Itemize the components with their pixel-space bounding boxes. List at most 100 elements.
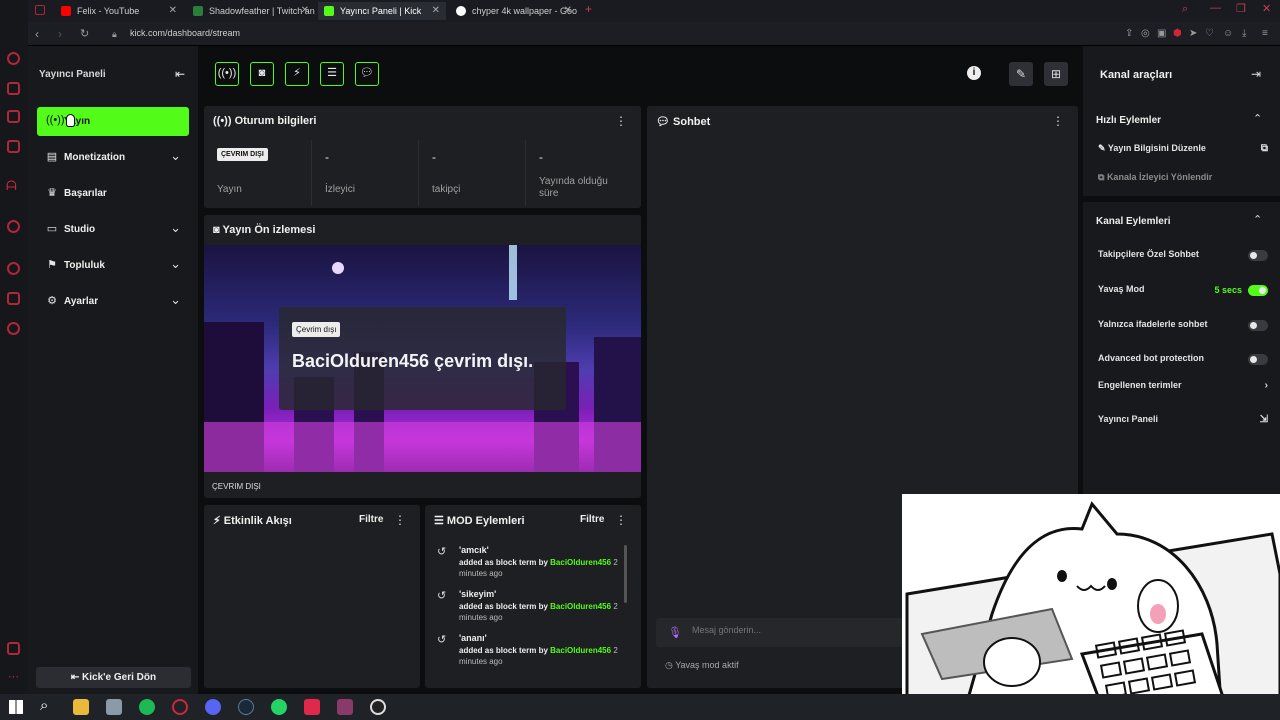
close-icon[interactable]: ✕ [301, 2, 309, 20]
search-icon[interactable]: ⌕ [40, 697, 48, 714]
back-icon[interactable]: ‹ [35, 27, 39, 41]
tab-twitch[interactable]: Shadowfeather | Twitch an ✕ [187, 2, 315, 20]
minimize-icon[interactable]: — [1210, 2, 1221, 14]
camera-icon[interactable]: ◎ [1141, 28, 1150, 39]
filter-button[interactable]: Filtre [359, 514, 383, 525]
action-label: Yayın Bilgisini Düzenle [1107, 143, 1206, 153]
close-icon[interactable]: ✕ [432, 2, 440, 20]
row-label: Advanced bot protection [1098, 353, 1205, 363]
vpn-shield-icon[interactable]: ⬢ [1173, 28, 1182, 39]
share-icon[interactable]: ⇪ [1125, 28, 1133, 39]
workspace-icon[interactable] [35, 5, 45, 15]
slow-mode-toggle[interactable] [1248, 285, 1268, 296]
sidebar-item-ayarlar[interactable]: ⚙ Ayarlar ⌄ [37, 287, 189, 316]
extensions-icon[interactable] [7, 292, 20, 305]
close-icon[interactable]: ✕ [169, 2, 177, 20]
raid-channel-button[interactable]: ⧉ Kanala İzleyici Yönlendir [1098, 172, 1268, 188]
windows-start-icon[interactable] [9, 700, 23, 714]
close-window-icon[interactable]: ✕ [1262, 2, 1271, 15]
preview-tool-button[interactable]: ◙ [250, 62, 274, 86]
stat-viewers: - İzleyici [312, 140, 419, 206]
entry-user[interactable]: BaciOlduren456 [550, 646, 611, 655]
session-title: Oturum bilgileri [234, 115, 317, 127]
discord-icon[interactable] [205, 699, 221, 715]
sidebar-setup-icon[interactable] [7, 642, 20, 655]
lightning-icon: ⚡︎ [213, 515, 224, 527]
whatsapp-icon[interactable] [7, 110, 20, 123]
menu-icon[interactable]: ≡ [1262, 28, 1268, 39]
sidebar-item-studio[interactable]: ▭ Studio ⌄ [37, 215, 189, 244]
edit-stream-info-button[interactable]: ✎ Yayın Bilgisini Düzenle ⧉ [1098, 143, 1268, 159]
send-icon[interactable]: ➤ [1189, 28, 1197, 39]
tab-google[interactable]: chyper 4k wallpaper - Goo ✕ [450, 2, 578, 20]
opera-icon[interactable] [172, 699, 188, 715]
streamer-dashboard-row[interactable]: Yayıncı Paneli ⇲ [1098, 414, 1268, 430]
snapshot-icon[interactable]: ▣ [1157, 28, 1166, 39]
more-options-icon[interactable]: ⋮ [1052, 114, 1064, 128]
obs-icon[interactable] [370, 699, 386, 715]
chevron-right-icon: › [1264, 380, 1268, 391]
blocked-terms-row[interactable]: Engellenen terimler › [1098, 380, 1268, 396]
close-icon[interactable]: ✕ [564, 2, 572, 20]
download-icon[interactable]: ⤓ [1242, 28, 1246, 39]
settings-icon[interactable] [7, 322, 20, 335]
steam-icon[interactable] [238, 699, 254, 715]
entry-user[interactable]: BaciOlduren456 [550, 602, 611, 611]
stat-value: - [325, 150, 329, 164]
back-to-kick-button[interactable]: ⇤ Kick'e Geri Dön [36, 667, 191, 688]
forward-icon[interactable]: › [58, 27, 62, 41]
bot-protection-toggle[interactable] [1248, 354, 1268, 365]
file-explorer-icon[interactable] [73, 699, 89, 715]
notes-tool-button[interactable]: ☰ [320, 62, 344, 86]
filter-button[interactable]: Filtre [580, 514, 604, 525]
profile-icon[interactable]: ☺ [1223, 28, 1233, 39]
collapse-sidebar-icon[interactable]: ⇤ [175, 67, 185, 81]
sidebar-item-monetization[interactable]: ▤ Monetization ⌄ [37, 143, 189, 172]
music-icon[interactable] [7, 220, 20, 233]
more-icon[interactable]: ⋯ [8, 670, 19, 683]
heart-icon[interactable]: ♡ [1205, 28, 1214, 39]
tab-youtube[interactable]: Felix - YouTube ✕ [55, 2, 183, 20]
search-icon[interactable]: ⌕ [1182, 3, 1188, 16]
chat-message-input[interactable] [692, 625, 892, 635]
edit-layout-button[interactable]: ✎ [1009, 62, 1033, 86]
url-field[interactable]: kick.com/dashboard/stream [130, 28, 240, 38]
history-icon[interactable] [7, 262, 20, 275]
reload-icon[interactable]: ↻ [80, 27, 89, 40]
chevron-down-icon: ⌄ [170, 220, 181, 235]
spotify-icon[interactable] [139, 699, 155, 715]
info-icon[interactable]: i [967, 66, 981, 80]
sidebar-item-basarilar[interactable]: ♛ Başarılar [37, 179, 189, 208]
youtube-icon [61, 6, 71, 16]
exit-icon: ⇤ [70, 672, 83, 683]
history-icon: ↺ [437, 590, 447, 602]
tab-kick[interactable]: Yayıncı Paneli | Kick ✕ [318, 2, 446, 20]
more-options-icon[interactable]: ⋮ [394, 513, 406, 527]
microphone-icon[interactable]: 🎙︎ [668, 626, 682, 639]
chevron-up-icon[interactable]: ⌃ [1253, 112, 1262, 125]
add-widget-button[interactable]: ⊞ [1044, 62, 1068, 86]
more-options-icon[interactable]: ⋮ [615, 114, 627, 128]
entry-user[interactable]: BaciOlduren456 [550, 558, 611, 567]
maximize-icon[interactable]: ❐ [1236, 2, 1246, 15]
instagram-icon[interactable] [7, 140, 20, 153]
sidebar-item-topluluk[interactable]: ⚑ Topluluk ⌄ [37, 251, 189, 280]
new-tab-button[interactable]: + [585, 2, 592, 16]
scrollbar[interactable] [624, 545, 627, 603]
sidebar-item-yayin[interactable]: ((•)) Yayın [37, 107, 189, 136]
sidebar-app-icon[interactable] [7, 82, 20, 95]
collapse-panel-icon[interactable]: ⇥ [1251, 67, 1261, 81]
messenger-icon[interactable] [7, 52, 20, 65]
app-icon[interactable] [106, 699, 122, 715]
chat-tool-button[interactable]: 💬︎ [355, 62, 379, 86]
whatsapp-icon[interactable] [271, 699, 287, 715]
app-icon[interactable] [304, 699, 320, 715]
followers-only-toggle[interactable] [1248, 250, 1268, 261]
lightning-tool-button[interactable]: ⚡︎ [285, 62, 309, 86]
winrar-icon[interactable] [337, 699, 353, 715]
kick-icon[interactable]: ᗩ [6, 178, 17, 194]
broadcast-tool-button[interactable]: ((•)) [215, 62, 239, 86]
more-options-icon[interactable]: ⋮ [615, 513, 627, 527]
chevron-up-icon[interactable]: ⌃ [1253, 213, 1262, 226]
emote-only-toggle[interactable] [1248, 320, 1268, 331]
